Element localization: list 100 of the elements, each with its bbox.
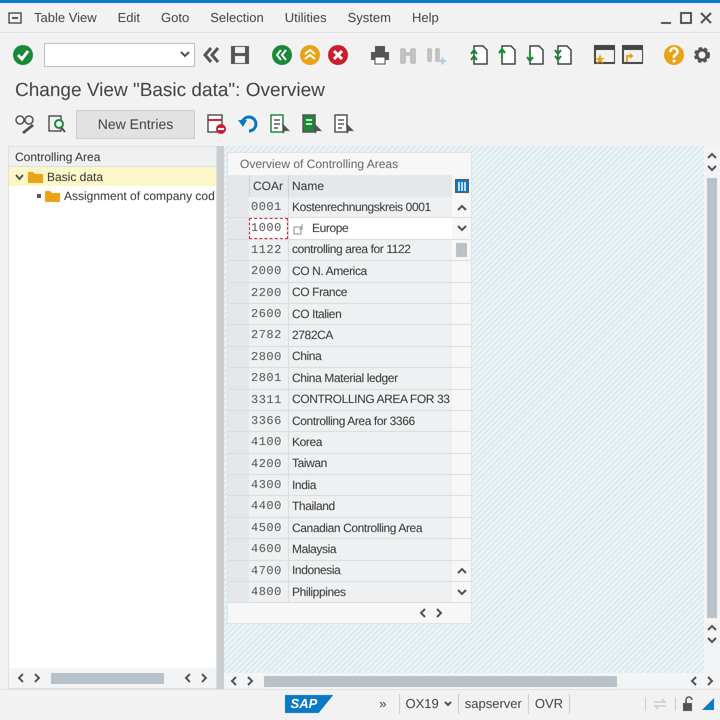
input-mode[interactable]: OVR: [528, 694, 570, 714]
glasses-pencil-icon[interactable]: [14, 114, 36, 134]
scroll-left-icon[interactable]: [690, 676, 697, 686]
scrollbar-thumb[interactable]: [50, 672, 164, 684]
table-cell-text: Philippines: [292, 584, 346, 601]
window-star-button[interactable]: [593, 44, 615, 66]
table-cell[interactable]: 1000: [249, 218, 288, 239]
table-search-icon[interactable]: [46, 114, 66, 134]
table-cell-text: CONTROLLING AREA FOR 33: [292, 391, 450, 408]
table-cell[interactable]: 4500: [249, 518, 288, 538]
window-arrow-icon: [621, 44, 643, 66]
scroll-down-icon[interactable]: [707, 165, 717, 172]
back-icon: [271, 44, 293, 66]
scroll-right-icon[interactable]: [201, 673, 208, 683]
table-cell-text: China Material ledger: [292, 370, 398, 387]
tree-label: Assignment of company cod: [64, 188, 215, 204]
table-cell-text: CO France: [292, 284, 348, 302]
table-cell[interactable]: 3366: [249, 410, 288, 432]
table-cell[interactable]: 3311: [249, 390, 288, 410]
undo-icon[interactable]: [237, 114, 259, 134]
table-cell[interactable]: 2000: [249, 261, 288, 282]
select-all-icon[interactable]: [269, 113, 291, 135]
menu-item[interactable]: Goto: [161, 8, 190, 28]
cancel-button[interactable]: [327, 44, 349, 66]
window-arrow-button[interactable]: [621, 44, 643, 66]
table-cell-text: Taiwan: [292, 455, 327, 472]
menu-item[interactable]: Table View: [34, 8, 97, 28]
chevron-down-icon[interactable]: [444, 701, 452, 707]
table-cell[interactable]: 2600: [249, 304, 288, 324]
scroll-up-icon[interactable]: [707, 152, 717, 159]
scroll-right-icon[interactable]: [436, 608, 443, 618]
folder-icon: [45, 190, 60, 202]
printer-icon: [369, 44, 391, 66]
table-cell[interactable]: 4700: [249, 560, 288, 582]
scroll-left-icon[interactable]: [184, 673, 192, 683]
help-icon: [663, 44, 685, 66]
table-cell[interactable]: 2801: [249, 368, 288, 389]
cancel-icon: [327, 44, 349, 66]
maximize-icon[interactable]: [680, 12, 692, 24]
printer-button[interactable]: [369, 44, 391, 66]
expand-button[interactable]: »: [379, 694, 386, 714]
scroll-left-icon[interactable]: [419, 608, 426, 618]
command-field[interactable]: [44, 42, 195, 66]
tree-header: Controlling Area: [9, 147, 216, 167]
table-cell-text: Kostenrechnungskreis 0001: [292, 198, 431, 216]
table-cell[interactable]: 4800: [249, 582, 288, 602]
scroll-left-icon[interactable]: [230, 676, 237, 686]
connection-icon: [652, 698, 668, 710]
scroll-right-icon[interactable]: [707, 676, 714, 686]
save-button[interactable]: [229, 44, 251, 66]
select-block-icon[interactable]: [301, 113, 323, 135]
menu-item[interactable]: Selection: [210, 8, 264, 28]
scroll-down-icon[interactable]: [456, 225, 466, 232]
table-cell[interactable]: 4200: [249, 454, 288, 474]
table-cell-text: India: [292, 476, 316, 494]
close-icon[interactable]: [700, 12, 712, 24]
table-cell[interactable]: 4400: [249, 496, 288, 517]
table-cell-text: Canadian Controlling Area: [292, 520, 422, 537]
table-cell-text: Malaysia: [292, 540, 336, 558]
table-cell-text: controlling area for 1122: [292, 241, 411, 258]
enter-button[interactable]: [12, 44, 34, 66]
caret-down-icon[interactable]: [15, 172, 24, 180]
menu-item[interactable]: Edit: [118, 8, 140, 28]
resize-grip-icon[interactable]: [702, 698, 714, 710]
table-cell[interactable]: 4300: [249, 475, 288, 496]
scroll-down-icon[interactable]: [456, 588, 466, 596]
save-icon: [229, 44, 251, 66]
table-cell-text: China: [292, 348, 322, 366]
tree-node[interactable]: Basic data: [9, 167, 216, 186]
scrollbar-thumb[interactable]: [264, 676, 617, 686]
scroll-right-icon[interactable]: [34, 673, 41, 683]
menu-item[interactable]: Utilities: [284, 8, 327, 28]
menu-item[interactable]: System: [348, 8, 391, 28]
back-button[interactable]: [271, 44, 293, 66]
table-cell[interactable]: 4100: [249, 432, 288, 453]
table-cell[interactable]: 2782: [249, 325, 288, 346]
new-entries-button[interactable]: New Entries: [76, 110, 195, 138]
tree-node[interactable]: Assignment of company cod: [9, 186, 216, 205]
scroll-up-icon[interactable]: [707, 624, 717, 631]
scrollbar-thumb[interactable]: [456, 242, 467, 257]
table-cell-text: Controlling Area for 3366: [292, 412, 415, 430]
scroll-up-icon[interactable]: [456, 567, 466, 574]
scroll-up-icon[interactable]: [456, 204, 466, 211]
menu-item[interactable]: Help: [412, 8, 439, 28]
scrollbar-thumb[interactable]: [707, 178, 717, 618]
table-cell[interactable]: 2200: [249, 282, 288, 303]
scroll-right-icon[interactable]: [247, 676, 254, 686]
delete-row-icon[interactable]: [205, 113, 227, 135]
table-cell[interactable]: 4600: [249, 539, 288, 560]
column-settings-icon[interactable]: [454, 179, 468, 193]
table-cell[interactable]: 1122: [249, 240, 288, 260]
chevron-down-icon: [180, 51, 190, 58]
scroll-left-icon[interactable]: [17, 673, 24, 683]
deselect-all-icon[interactable]: [333, 113, 355, 135]
menu-icon[interactable]: [8, 12, 22, 24]
transaction-code[interactable]: OX19: [406, 694, 439, 714]
table-cell[interactable]: 0001: [249, 197, 288, 218]
scroll-down-icon[interactable]: [707, 637, 717, 644]
table-cell[interactable]: 2800: [249, 346, 288, 368]
table-cell-text: CO N. America: [292, 262, 367, 280]
